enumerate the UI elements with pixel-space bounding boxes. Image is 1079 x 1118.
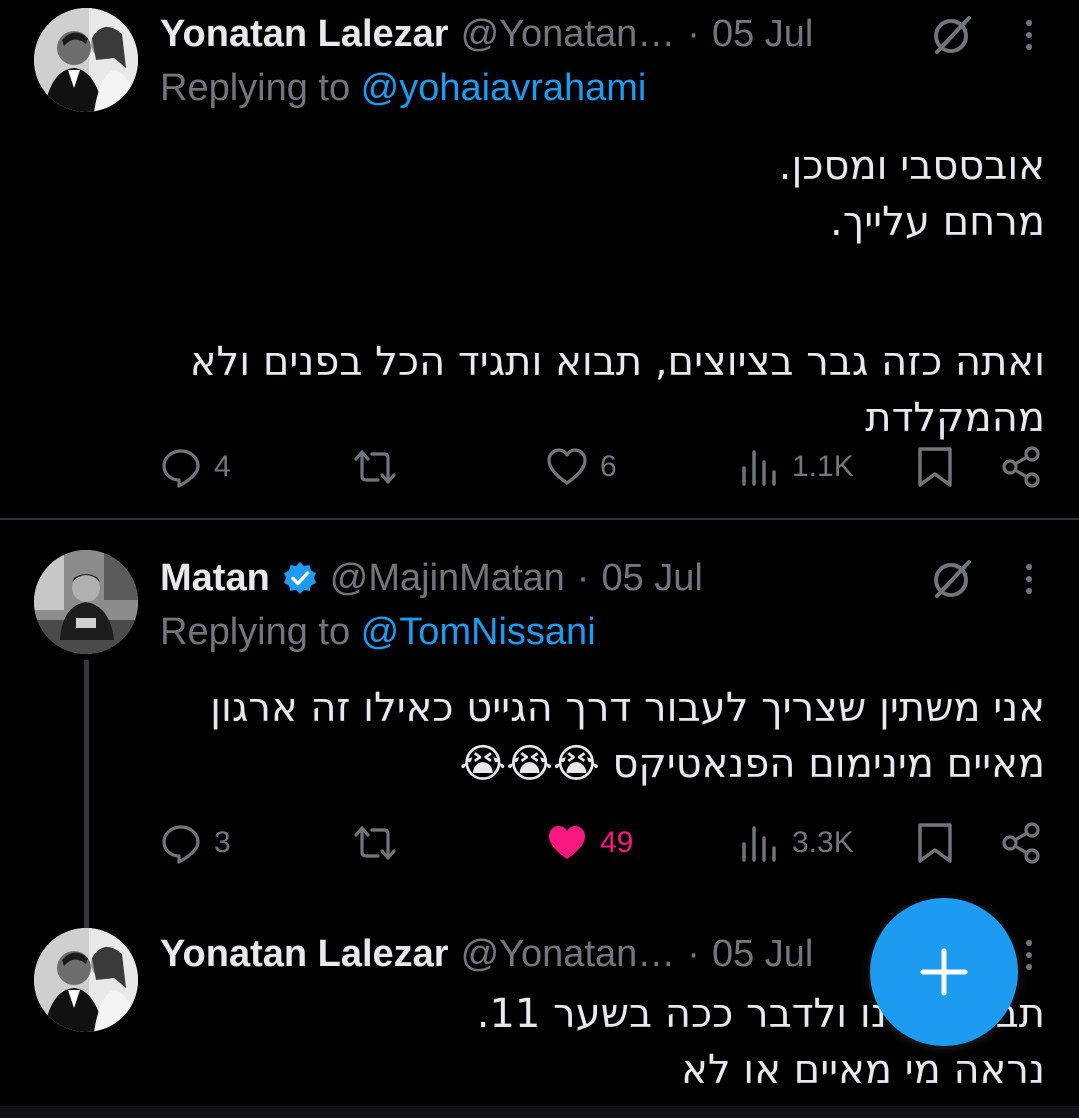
more-icon[interactable] — [1019, 932, 1039, 978]
tweet-divider — [0, 518, 1079, 520]
tweet-line — [160, 250, 1045, 306]
grok-icon[interactable] — [929, 556, 975, 602]
tweet-text: אובססבי ומסכן. מרחם עלייך. ואתה כזה גבר … — [160, 138, 1045, 446]
heart-icon — [547, 448, 587, 485]
views-button[interactable]: 1.1K — [738, 442, 854, 492]
compose-button[interactable] — [870, 898, 1018, 1046]
tweet-line: מרחם עלייך. — [830, 199, 1045, 245]
tweet[interactable]: Yonatan Lalezar @Yonatan… · 05 Jul Reply… — [0, 0, 1079, 520]
tweet-header: Yonatan Lalezar @Yonatan… · 05 Jul — [160, 930, 959, 978]
tweet[interactable]: Matan @MajinMatan · 05 Jul Replying to @… — [0, 544, 1079, 894]
replying-to-link[interactable]: @TomNissani — [361, 611, 596, 653]
bookmark-button[interactable] — [914, 442, 956, 492]
avatar-photo — [34, 928, 138, 1032]
display-name[interactable]: Yonatan Lalezar — [160, 10, 449, 58]
share-button[interactable] — [1000, 818, 1042, 868]
grok-icon[interactable] — [929, 12, 975, 58]
more-icon[interactable] — [1019, 556, 1039, 602]
user-handle[interactable]: @Yonatan… — [461, 930, 676, 978]
plus-icon — [920, 948, 968, 996]
display-name[interactable]: Matan — [160, 554, 270, 602]
reply-count: 4 — [214, 450, 231, 483]
repost-icon — [354, 450, 396, 484]
reply-icon — [162, 449, 200, 488]
views-button[interactable]: 3.3K — [738, 818, 854, 868]
replying-prefix: Replying to — [160, 67, 361, 109]
tweet-date[interactable]: 05 Jul — [712, 930, 813, 978]
share-icon — [1002, 446, 1040, 488]
tweet-header: Yonatan Lalezar @Yonatan… · 05 Jul — [160, 10, 959, 58]
share-button[interactable] — [1000, 442, 1042, 492]
separator-dot: · — [576, 557, 590, 599]
tweet-line: אובססבי ומסכן. — [778, 143, 1045, 189]
tweet-line: ואתה כזה גבר בציוצים, תבוא ותגיד הכל בפנ… — [189, 339, 1045, 385]
repost-button[interactable] — [354, 818, 396, 868]
bookmark-icon — [918, 823, 952, 863]
separator-dot: · — [687, 13, 700, 55]
bookmark-button[interactable] — [914, 818, 956, 868]
replying-to-link[interactable]: @yohaiavrahami — [361, 67, 647, 109]
tweet-line: מאיים מינימום הפנאטיקס 😭😭😭 — [459, 741, 1045, 787]
bookmark-icon — [918, 447, 952, 487]
views-icon — [742, 450, 776, 486]
user-handle[interactable]: @Yonatan… — [461, 10, 676, 58]
tweet-header: Matan @MajinMatan · 05 Jul — [160, 554, 959, 602]
display-name[interactable]: Yonatan Lalezar — [160, 930, 449, 978]
avatar-photo — [34, 550, 138, 654]
tweet-date[interactable]: 05 Jul — [601, 554, 702, 602]
user-handle[interactable]: @MajinMatan — [330, 554, 565, 602]
tweet-line: נראה מי מאיים או לא — [681, 1047, 1045, 1093]
more-icon[interactable] — [1019, 12, 1039, 58]
tweet-actions: 3 49 3.3K — [160, 818, 1043, 868]
like-button[interactable]: 6 — [546, 442, 617, 492]
bottom-bar-edge — [0, 1106, 1079, 1118]
repost-button[interactable] — [354, 442, 396, 492]
avatar-photo — [34, 8, 138, 112]
tweet-actions: 4 6 1.1K — [160, 442, 1043, 492]
view-count: 3.3K — [792, 826, 854, 859]
avatar[interactable] — [34, 928, 138, 1032]
reply-icon — [162, 825, 200, 864]
share-icon — [1002, 822, 1040, 864]
avatar[interactable] — [34, 8, 138, 112]
replying-prefix: Replying to — [160, 611, 361, 653]
tweet-text: אני משתין שצריך לעבור דרך הגייט כאילו זה… — [160, 680, 1045, 792]
repost-icon — [354, 826, 396, 860]
replying-to: Replying to @yohaiavrahami — [160, 64, 646, 112]
verified-badge-icon[interactable] — [282, 560, 318, 596]
view-count: 1.1K — [792, 450, 854, 483]
reply-count: 3 — [214, 826, 231, 859]
reply-button[interactable]: 3 — [160, 818, 231, 868]
like-button[interactable]: 49 — [546, 818, 633, 868]
like-count: 6 — [600, 450, 617, 483]
tweet-line: אני משתין שצריך לעבור דרך הגייט כאילו זה… — [210, 685, 1045, 731]
avatar[interactable] — [34, 550, 138, 654]
separator-dot: · — [687, 933, 700, 975]
tweet-date[interactable]: 05 Jul — [712, 10, 813, 58]
heart-icon — [549, 826, 585, 859]
reply-button[interactable]: 4 — [160, 442, 231, 492]
replying-to: Replying to @TomNissani — [160, 608, 596, 656]
views-icon — [742, 826, 776, 862]
tweet-line: מהמקלדת — [865, 395, 1045, 441]
like-count: 49 — [600, 826, 634, 859]
